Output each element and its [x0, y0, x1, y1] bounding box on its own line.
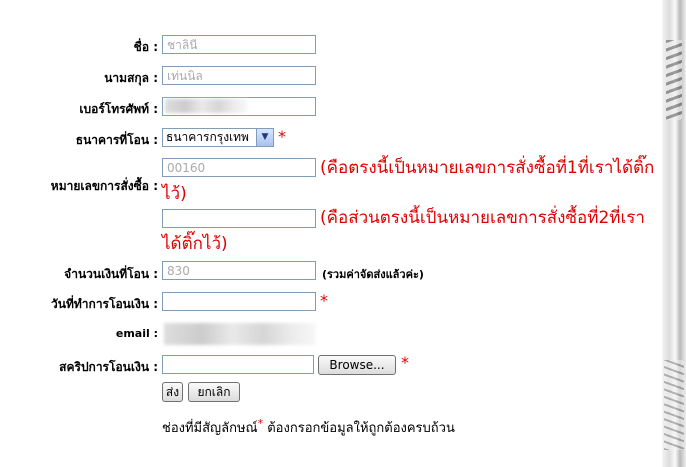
phone-label: เบอร์โทรศัพท์ : — [79, 102, 158, 116]
amount-hint: (รวมค่าจัดส่งแล้วค่ะ) — [322, 268, 424, 281]
footnote-suffix: ต้องกรอกข้อมูลให้ถูกต้องครบถ้วน — [263, 421, 455, 436]
date-label: วันที่ทำการโอนเงิน : — [51, 297, 158, 311]
amount-input[interactable]: 830 — [162, 261, 316, 280]
required-marker-date: * — [320, 291, 328, 310]
name-input[interactable]: ชาลินี — [162, 35, 316, 54]
slip-label: สคริปการโอนเงิน : — [59, 360, 158, 374]
required-footnote: ช่องที่มีสัญลักษณ์* ต้องกรอกข้อมูลให้ถูก… — [162, 417, 455, 438]
footnote-prefix: ช่องที่มีสัญลักษณ์ — [162, 421, 258, 436]
cancel-button[interactable]: ยกเลิก — [188, 382, 240, 402]
date-input[interactable] — [162, 292, 316, 311]
order-number-label: หมายเลขการสั่งซื้อ : — [50, 179, 158, 193]
bank-label: ธนาคารที่โอน : — [75, 133, 158, 147]
slip-file-input[interactable] — [162, 355, 314, 374]
amount-label: จำนวนเงินที่โอน : — [64, 267, 158, 281]
email-label: email : — [115, 327, 158, 340]
name-label: ชื่อ : — [133, 40, 158, 54]
browse-button[interactable]: Browse... — [318, 355, 396, 375]
side-decoration-image — [662, 0, 686, 467]
email-redaction — [164, 323, 316, 345]
surname-input[interactable]: เท่นนิล — [162, 66, 316, 85]
order-number2-note: (คือส่วนตรงนี้เป็นหมายเลขการสั่งซื้อที่2… — [162, 208, 645, 254]
bank-select-value: ธนาคารกรุงเทพ — [166, 130, 249, 144]
chevron-down-icon[interactable]: ▼ — [256, 129, 273, 146]
required-marker-bank: * — [278, 127, 286, 146]
bank-select[interactable]: ธนาคารกรุงเทพ ▼ — [162, 128, 274, 147]
surname-label: นามสกุล : — [104, 71, 158, 85]
phone-redaction — [165, 99, 247, 113]
required-marker-slip: * — [401, 353, 409, 372]
submit-button[interactable]: ส่ง — [162, 382, 183, 402]
order-number-note: (คือตรงนี้เป็นหมายเลขการสั่งซื้อที่1ที่เ… — [162, 158, 655, 204]
